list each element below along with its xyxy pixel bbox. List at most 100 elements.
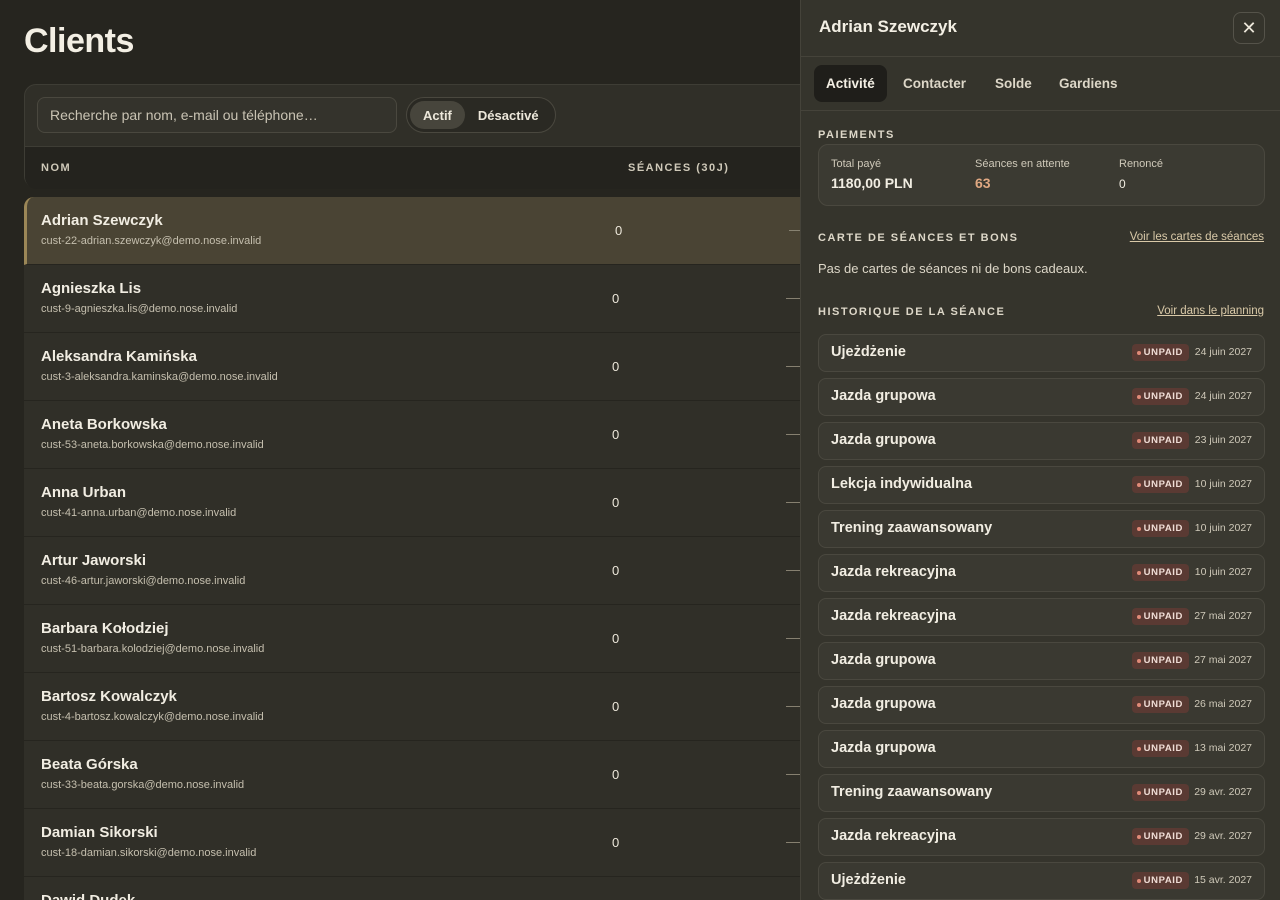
search-input[interactable]	[37, 97, 397, 133]
status-badge-label: UNPAID	[1143, 611, 1183, 622]
table-row[interactable]: Bartosz Kowalczyk cust-4-bartosz.kowalczy…	[24, 673, 800, 741]
table-row[interactable]: Damian Sikorski cust-18-damian.sikorski@d…	[24, 809, 800, 877]
session-item[interactable]: Jazda rekreacyjna UNPAID 27 mai 2027	[818, 598, 1265, 636]
status-badge: UNPAID	[1131, 652, 1189, 669]
session-item[interactable]: Jazda grupowa UNPAID 23 juin 2027	[818, 422, 1265, 460]
payments-summary: Total payé 1180,00 PLN Séances en attent…	[818, 144, 1265, 206]
session-date: 27 mai 2027	[1194, 654, 1252, 666]
session-item[interactable]: Jazda grupowa UNPAID 13 mai 2027	[818, 730, 1265, 768]
session-date: 29 avr. 2027	[1194, 786, 1252, 798]
client-email: cust-46-artur.jaworski@demo.nose.invalid	[41, 575, 246, 587]
session-item[interactable]: Jazda rekreacyjna UNPAID 10 juin 2027	[818, 554, 1265, 592]
table-row[interactable]: Aneta Borkowska cust-53-aneta.borkowska@d…	[24, 401, 800, 469]
session-name: Jazda grupowa	[831, 740, 936, 756]
status-badge: UNPAID	[1131, 476, 1189, 493]
sessions-count: 0	[612, 291, 620, 306]
tab-contact[interactable]: Contacter	[891, 65, 978, 102]
row-dash: —	[786, 493, 800, 509]
status-badge-label: UNPAID	[1143, 391, 1183, 402]
table-row[interactable]: Dawid Dudek	[24, 877, 800, 900]
session-item[interactable]: Trening zaawansowany UNPAID 29 avr. 2027	[818, 774, 1265, 812]
session-name: Lekcja indywidualna	[831, 476, 973, 492]
cards-heading: CARTE DE SÉANCES ET BONS	[818, 232, 1019, 244]
session-name: Ujeżdżenie	[831, 344, 906, 360]
row-dash: —	[786, 289, 800, 305]
tab-activity[interactable]: Activité	[814, 65, 887, 102]
session-item[interactable]: Lekcja indywidualna UNPAID 10 juin 2027	[818, 466, 1265, 504]
session-item[interactable]: Jazda rekreacyjna UNPAID 29 avr. 2027	[818, 818, 1265, 856]
status-badge-label: UNPAID	[1143, 875, 1183, 886]
session-date: 10 juin 2027	[1194, 478, 1252, 490]
tab-guardians[interactable]: Gardiens	[1047, 65, 1130, 102]
close-button[interactable]: ✕	[1233, 12, 1265, 44]
pending-sessions-label: Séances en attente	[975, 158, 1070, 170]
session-item[interactable]: Ujeżdżenie UNPAID 15 avr. 2027	[818, 862, 1265, 900]
session-item[interactable]: Jazda grupowa UNPAID 24 juin 2027	[818, 378, 1265, 416]
history-heading: HISTORIQUE DE LA SÉANCE	[818, 306, 1006, 318]
session-name: Jazda rekreacyjna	[831, 608, 956, 624]
row-dash: —	[786, 697, 800, 713]
table-row[interactable]: Aleksandra Kamińska cust-3-aleksandra.kam…	[24, 333, 800, 401]
table-row[interactable]: Barbara Kołodziej cust-51-barbara.kolodzi…	[24, 605, 800, 673]
table-row[interactable]: Anna Urban cust-41-anna.urban@demo.nose.i…	[24, 469, 800, 537]
status-dot-icon	[1136, 702, 1141, 707]
session-name: Trening zaawansowany	[831, 520, 993, 536]
status-badge-label: UNPAID	[1143, 567, 1183, 578]
status-dot-icon	[1136, 790, 1141, 795]
sessions-count: 0	[612, 767, 620, 782]
row-dash: —	[786, 425, 800, 441]
session-date: 23 juin 2027	[1194, 434, 1252, 446]
row-dash: —	[786, 357, 800, 373]
column-header-sessions[interactable]: SÉANCES (30J)	[628, 162, 729, 174]
session-date: 29 avr. 2027	[1194, 830, 1252, 842]
client-email: cust-18-damian.sikorski@demo.nose.invali…	[41, 847, 257, 859]
client-email: cust-3-aleksandra.kaminska@demo.nose.inv…	[41, 371, 278, 383]
client-email: cust-41-anna.urban@demo.nose.invalid	[41, 507, 237, 519]
status-badge: UNPAID	[1131, 784, 1189, 801]
status-badge: UNPAID	[1131, 828, 1189, 845]
session-item[interactable]: Jazda grupowa UNPAID 26 mai 2027	[818, 686, 1265, 724]
cards-empty-message: Pas de cartes de séances ni de bons cade…	[818, 261, 1088, 276]
client-name: Adrian Szewczyk	[41, 212, 163, 229]
client-name: Beata Górska	[41, 756, 138, 773]
column-header-name[interactable]: NOM	[41, 162, 71, 174]
clients-toolbar-card: Actif Désactivé NOM SÉANCES (30J)	[24, 84, 800, 189]
client-email: cust-4-bartosz.kowalczyk@demo.nose.inval…	[41, 711, 264, 723]
status-dot-icon	[1136, 614, 1141, 619]
session-date: 27 mai 2027	[1194, 610, 1252, 622]
client-name: Aleksandra Kamińska	[41, 348, 197, 365]
table-row[interactable]: Artur Jaworski cust-46-artur.jaworski@dem…	[24, 537, 800, 605]
view-in-schedule-link[interactable]: Voir dans le planning	[1157, 305, 1264, 317]
status-badge: UNPAID	[1131, 388, 1189, 405]
table-row[interactable]: Beata Górska cust-33-beata.gorska@demo.no…	[24, 741, 800, 809]
status-badge: UNPAID	[1131, 872, 1189, 889]
filter-inactive-button[interactable]: Désactivé	[465, 101, 552, 129]
session-item[interactable]: Ujeżdżenie UNPAID 24 juin 2027	[818, 334, 1265, 372]
status-badge: UNPAID	[1131, 432, 1189, 449]
tab-balance[interactable]: Solde	[983, 65, 1044, 102]
client-email: cust-51-barbara.kolodziej@demo.nose.inva…	[41, 643, 265, 655]
status-dot-icon	[1136, 438, 1141, 443]
panel-tabs: Activité Contacter Solde Gardiens	[801, 57, 1280, 111]
session-name: Jazda grupowa	[831, 432, 936, 448]
client-email: cust-22-adrian.szewczyk@demo.nose.invali…	[41, 235, 262, 247]
status-dot-icon	[1136, 746, 1141, 751]
view-cards-link[interactable]: Voir les cartes de séances	[1130, 231, 1264, 243]
session-date: 10 juin 2027	[1194, 566, 1252, 578]
waived-value: 0	[1119, 177, 1126, 191]
session-name: Jazda grupowa	[831, 388, 936, 404]
status-badge-label: UNPAID	[1143, 743, 1183, 754]
status-dot-icon	[1136, 482, 1141, 487]
session-item[interactable]: Jazda grupowa UNPAID 27 mai 2027	[818, 642, 1265, 680]
sessions-count: 0	[615, 223, 623, 238]
session-name: Jazda rekreacyjna	[831, 564, 956, 580]
table-row[interactable]: Adrian Szewczyk cust-22-adrian.szewczyk@d…	[24, 197, 800, 265]
filter-active-button[interactable]: Actif	[410, 101, 465, 129]
sessions-count: 0	[612, 699, 620, 714]
status-badge-label: UNPAID	[1143, 435, 1183, 446]
status-dot-icon	[1136, 834, 1141, 839]
table-row[interactable]: Agnieszka Lis cust-9-agnieszka.lis@demo.n…	[24, 265, 800, 333]
row-dash: —	[786, 561, 800, 577]
session-item[interactable]: Trening zaawansowany UNPAID 10 juin 2027	[818, 510, 1265, 548]
session-history-list: Ujeżdżenie UNPAID 24 juin 2027 Jazda grupow…	[818, 334, 1265, 900]
